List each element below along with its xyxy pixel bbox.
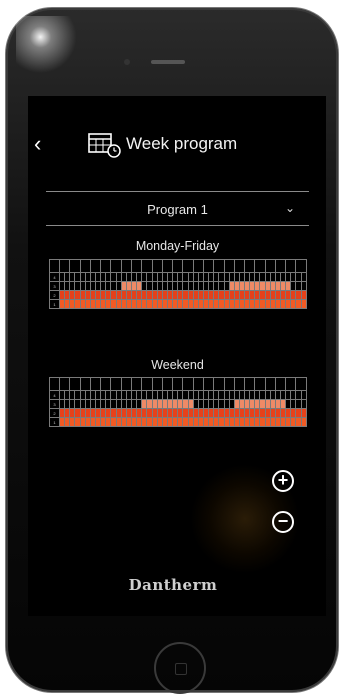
hour-header-cell	[192, 259, 204, 273]
page-title: Week program	[126, 134, 238, 153]
level-label: 4	[49, 272, 60, 282]
hour-header-cell	[192, 377, 204, 391]
program-select-value: Program 1	[147, 202, 208, 217]
hour-header-cell	[110, 377, 122, 391]
hour-header-cell	[69, 377, 81, 391]
schedule-cell[interactable]	[300, 390, 308, 400]
hour-header-cell	[244, 259, 256, 273]
hour-header-cell	[254, 259, 266, 273]
schedule-cell[interactable]	[300, 399, 308, 409]
level-label: 3	[49, 281, 60, 291]
level-label: 4	[49, 390, 60, 400]
hour-header-cell	[100, 377, 112, 391]
hour-header-cell	[295, 259, 307, 273]
hour-header-cell	[254, 377, 266, 391]
schedule-title-weekend: Weekend	[151, 358, 204, 372]
hour-header-cell	[285, 377, 297, 391]
front-camera	[124, 59, 130, 65]
level-label: 1	[49, 417, 60, 427]
program-select[interactable]: Program 1 ⌄	[46, 191, 309, 226]
hour-header-cell	[223, 377, 235, 391]
hour-header-cell	[202, 377, 215, 391]
schedule-cell[interactable]	[300, 272, 308, 282]
schedule-grid-weekdays[interactable]: 4321	[49, 259, 308, 309]
level-label: 3	[49, 399, 60, 409]
light-glare	[16, 16, 86, 76]
hour-header-cell	[120, 377, 132, 391]
hour-header-cell	[274, 377, 287, 391]
hour-header-cell	[151, 377, 163, 391]
hour-header-cell	[141, 377, 153, 391]
schedule-cell[interactable]	[300, 290, 308, 300]
hour-header-cell	[69, 259, 81, 273]
hour-header-cell	[130, 259, 143, 273]
level-label: 1	[49, 299, 60, 309]
hour-header-cell	[213, 377, 225, 391]
hour-header-cell	[244, 377, 256, 391]
hour-header-cell	[274, 259, 287, 273]
hour-header-cell	[233, 259, 246, 273]
hour-header-cell	[110, 259, 122, 273]
hour-header-cell	[182, 259, 194, 273]
level-label: 2	[49, 408, 60, 418]
hour-header-cell	[58, 377, 71, 391]
hour-header-cell	[264, 259, 276, 273]
home-button-square-icon	[175, 663, 187, 675]
hour-header-cell	[151, 259, 163, 273]
hour-header-cell	[161, 259, 174, 273]
hour-header-cell	[100, 259, 112, 273]
hour-header-cell	[130, 377, 143, 391]
hour-header-cell	[79, 259, 91, 273]
minus-icon: −	[277, 511, 289, 531]
hour-header-cell	[233, 377, 246, 391]
schedule-title-weekdays: Monday-Friday	[135, 239, 220, 253]
plus-icon: +	[277, 470, 289, 490]
back-chevron-icon[interactable]: ‹	[34, 132, 41, 156]
app-screen	[28, 96, 326, 616]
schedule-cell[interactable]	[300, 408, 308, 418]
zoom-in-button[interactable]: +	[272, 470, 294, 492]
hour-header-cell	[161, 377, 174, 391]
calendar-clock-icon	[88, 133, 121, 158]
hour-header-cell	[89, 377, 102, 391]
home-button[interactable]	[154, 642, 206, 694]
grid-corner-cell	[49, 259, 60, 273]
schedule-cell[interactable]	[300, 299, 308, 309]
chevron-down-icon: ⌄	[284, 201, 295, 215]
hour-header-cell	[213, 259, 225, 273]
hour-header-cell	[182, 377, 194, 391]
hour-header-cell	[141, 259, 153, 273]
hour-header-cell	[223, 259, 235, 273]
hour-header-cell	[264, 377, 276, 391]
hour-header-cell	[285, 259, 297, 273]
hour-header-cell	[202, 259, 215, 273]
hour-header-cell	[172, 377, 184, 391]
schedule-cell[interactable]	[300, 417, 308, 427]
hour-header-cell	[172, 259, 184, 273]
hour-header-cell	[79, 377, 91, 391]
hour-header-cell	[295, 377, 307, 391]
hour-header-cell	[58, 259, 71, 273]
dantherm-logo: Dantherm	[128, 576, 218, 594]
schedule-grid-weekend[interactable]: 4321	[49, 377, 308, 427]
schedule-cell[interactable]	[300, 281, 308, 291]
hour-header-cell	[120, 259, 132, 273]
level-label: 2	[49, 290, 60, 300]
hour-header-cell	[89, 259, 102, 273]
earpiece-speaker	[151, 60, 185, 64]
zoom-out-button[interactable]: −	[272, 511, 294, 533]
grid-corner-cell	[49, 377, 60, 391]
